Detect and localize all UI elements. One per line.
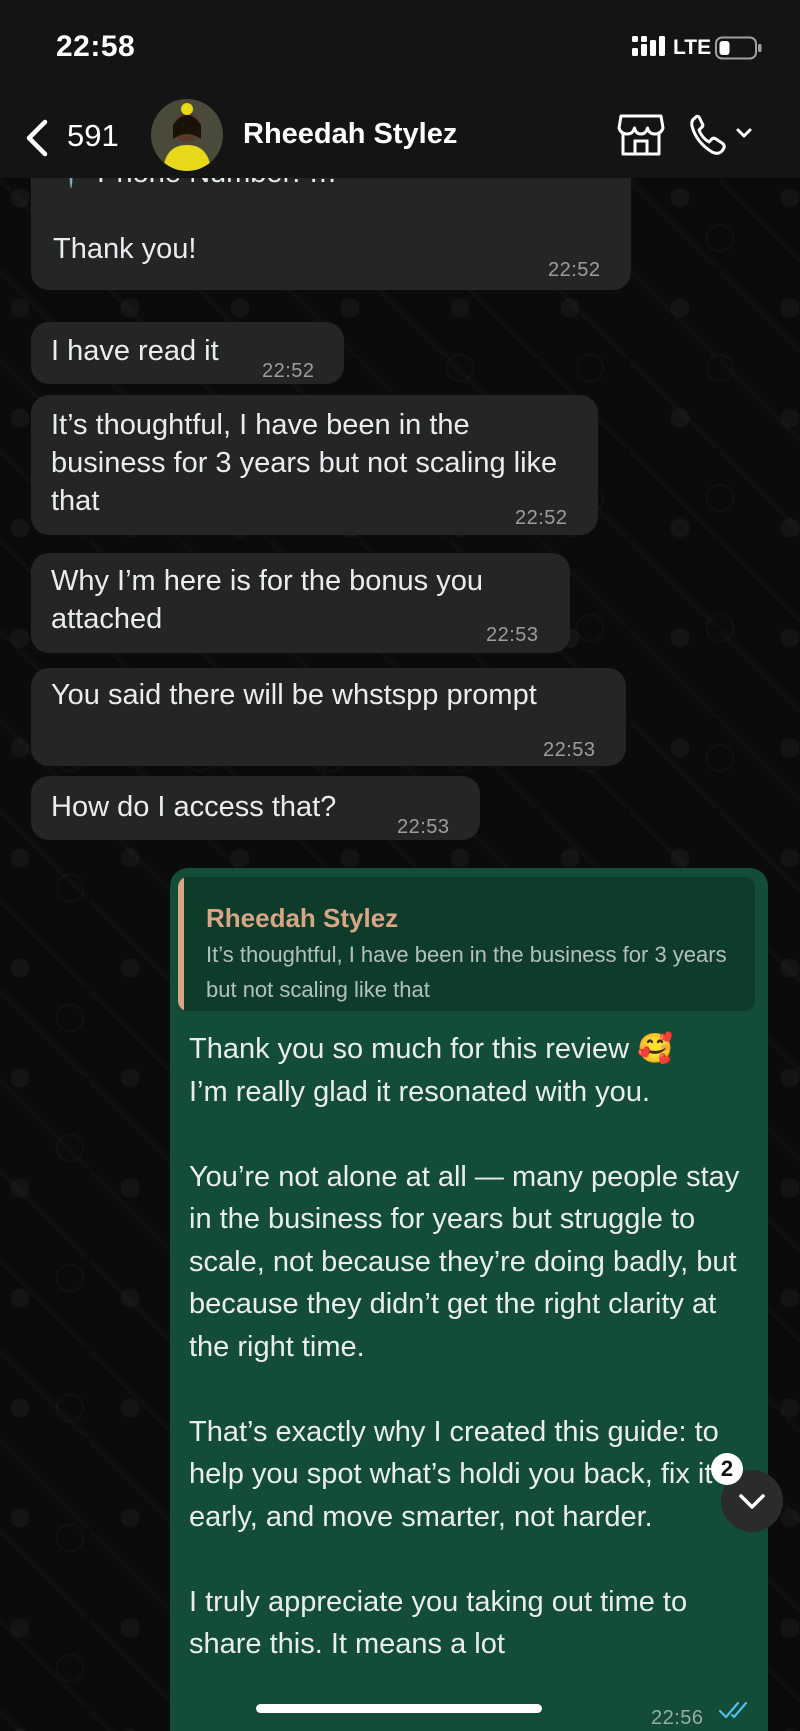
catalog-store-icon[interactable] <box>616 110 666 158</box>
message-text: How do I access that? <box>51 791 337 823</box>
message-bubble[interactable]: I have read it 22:52 <box>31 322 344 384</box>
quoted-message[interactable]: Rheedah Stylez It’s thoughtful, I have b… <box>178 877 755 1011</box>
message-list[interactable]: 📍 Phone Number: … Thank you! 22:52 I hav… <box>0 178 800 1731</box>
message-text: Why I’m here is for the bonus you attach… <box>51 565 492 635</box>
message-time: 22:53 <box>397 816 450 838</box>
status-bar: 22:58 LTE <box>0 0 800 96</box>
message-bubble[interactable]: How do I access that? 22:53 <box>31 776 480 840</box>
message-bubble[interactable]: You said there will be whstspp prompt 22… <box>31 668 626 766</box>
back-unread-count[interactable]: 591 <box>67 118 119 154</box>
message-time: 22:53 <box>486 624 539 646</box>
network-type: LTE <box>673 36 712 59</box>
voice-call-icon[interactable] <box>686 110 756 158</box>
message-bubble[interactable]: It’s thoughtful, I have been in the busi… <box>31 395 598 535</box>
message-time: 22:53 <box>543 739 596 761</box>
message-bubble[interactable]: Why I’m here is for the bonus you attach… <box>31 553 570 653</box>
avatar-image <box>151 99 223 171</box>
status-time: 22:58 <box>56 30 136 63</box>
contact-avatar[interactable] <box>151 99 223 171</box>
message-text: Thank you so much for this review 🥰 I’m … <box>189 1033 740 1660</box>
message-text: 📍 Phone Number: … Thank you! <box>53 178 337 265</box>
message-text: You said there will be whstspp prompt <box>51 679 537 711</box>
message-time: 22:56 <box>651 1707 704 1729</box>
back-chevron-icon[interactable] <box>24 118 50 158</box>
message-bubble[interactable]: 📍 Phone Number: … Thank you! 22:52 <box>31 178 631 290</box>
quoted-text: It’s thoughtful, I have been in the busi… <box>206 942 727 1002</box>
read-receipt-icon <box>718 1701 748 1719</box>
battery-icon <box>715 36 762 60</box>
quoted-author: Rheedah Stylez <box>206 903 399 933</box>
message-text: It’s thoughtful, I have been in the busi… <box>51 409 566 517</box>
message-text: I have read it <box>51 335 219 367</box>
quote-accent-bar <box>178 877 184 1011</box>
unread-count-badge: 2 <box>711 1453 743 1485</box>
message-time: 22:52 <box>515 507 568 529</box>
message-time: 22:52 <box>548 259 601 281</box>
contact-name[interactable]: Rheedah Stylez <box>243 118 457 151</box>
outgoing-message-bubble[interactable]: Rheedah Stylez It’s thoughtful, I have b… <box>170 868 768 1731</box>
signal-icon <box>632 36 665 56</box>
message-time: 22:52 <box>262 360 315 382</box>
chat-header: 591 Rheedah Stylez <box>0 96 800 178</box>
home-indicator[interactable] <box>256 1704 542 1713</box>
